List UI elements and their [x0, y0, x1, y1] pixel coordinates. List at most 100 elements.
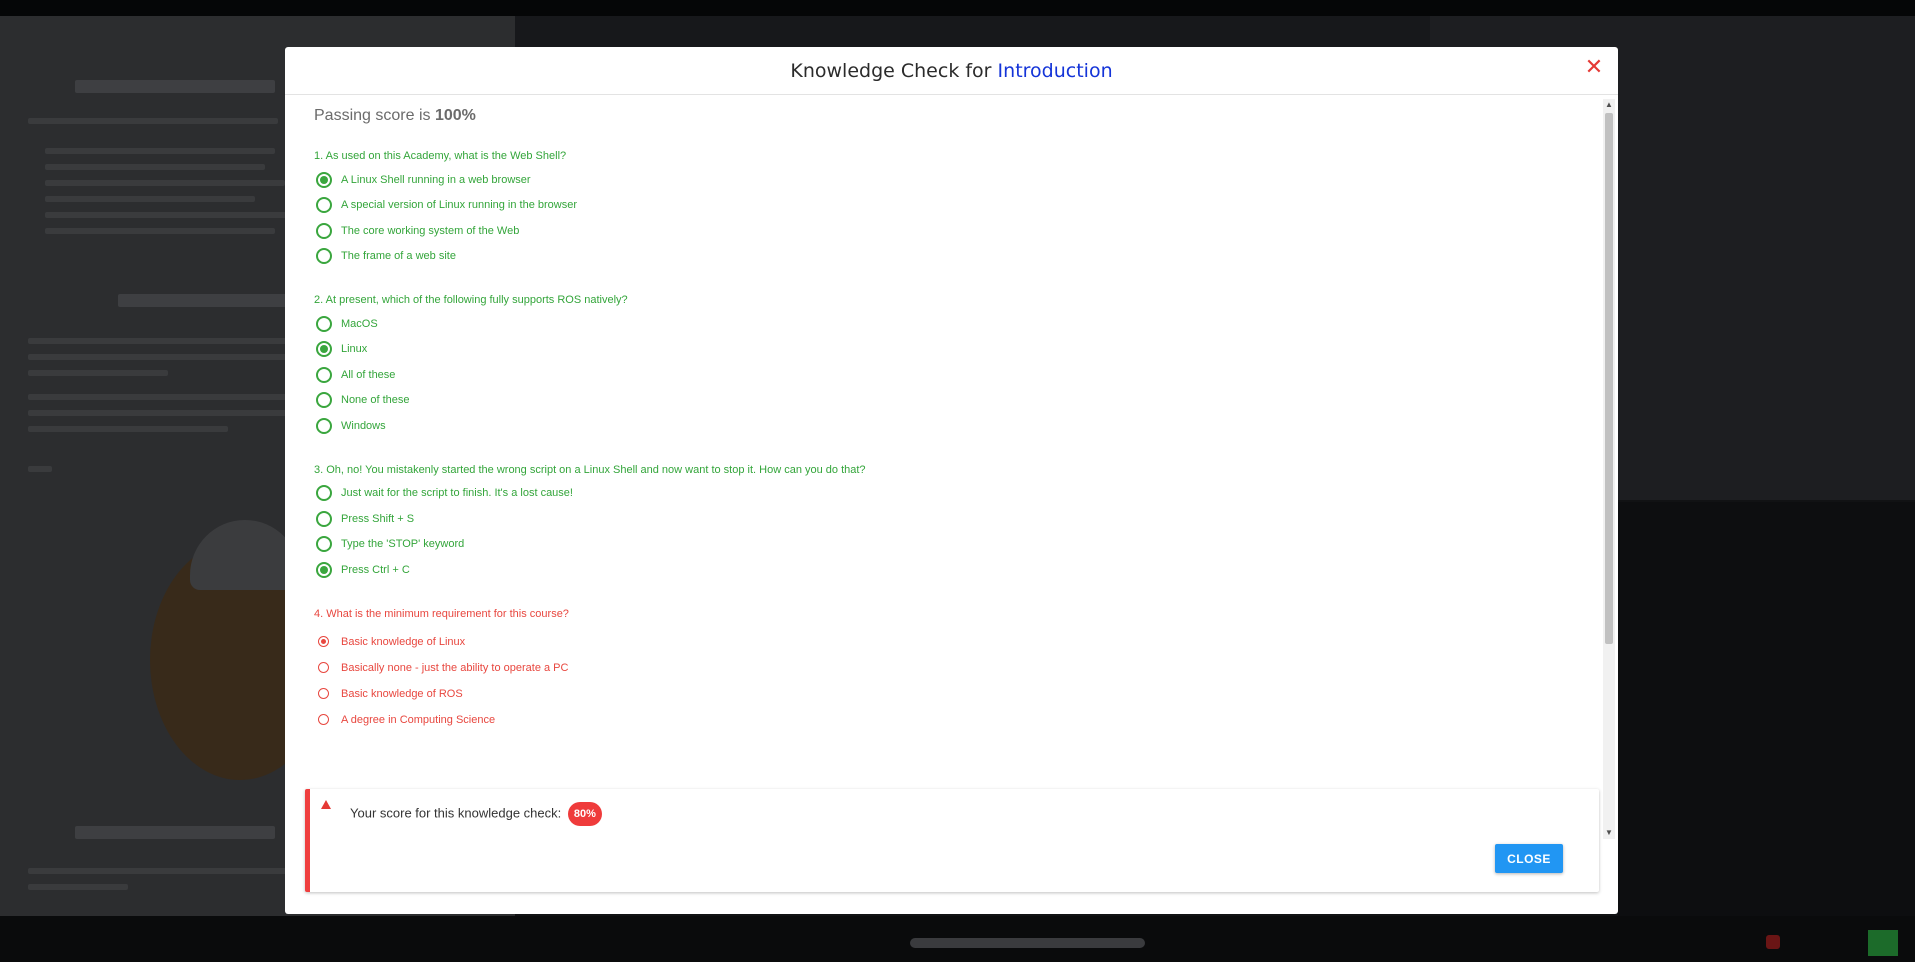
passing-score-label: Passing score is	[314, 107, 431, 124]
answer-option[interactable]: The core working system of the Web	[314, 218, 1574, 244]
question-block: 2. At present, which of the following fu…	[314, 293, 1574, 439]
radio-unchecked-icon[interactable]	[316, 366, 332, 383]
radio-unchecked-icon[interactable]	[316, 510, 332, 527]
answer-option[interactable]: MacOS	[314, 311, 1574, 337]
background-topbar	[0, 0, 1915, 16]
answer-option[interactable]: A degree in Computing Science	[314, 707, 1574, 733]
answer-option[interactable]: None of these	[314, 388, 1574, 414]
question-list: 1. As used on this Academy, what is the …	[314, 149, 1574, 733]
close-x-icon[interactable]: ✕	[1582, 55, 1606, 79]
bg-text-line	[28, 354, 288, 360]
bg-text-line	[45, 212, 295, 218]
answer-option-label: A Linux Shell running in a web browser	[341, 173, 531, 186]
questions-content: Passing score is 100% 1. As used on this…	[314, 95, 1574, 733]
radio-unchecked-icon[interactable]	[316, 315, 332, 332]
answer-options: A Linux Shell running in a web browser A …	[314, 167, 1574, 269]
answer-option[interactable]: Just wait for the script to finish. It's…	[314, 481, 1574, 507]
question-block: 3. Oh, no! You mistakenly started the wr…	[314, 463, 1574, 583]
score-label: Your score for this knowledge check:	[350, 805, 562, 821]
answer-option[interactable]: Basic knowledge of ROS	[314, 681, 1574, 707]
answer-option[interactable]: The frame of a web site	[314, 244, 1574, 270]
answer-option-label: The frame of a web site	[341, 250, 456, 263]
answer-option[interactable]: Basic knowledge of Linux	[314, 629, 1574, 655]
modal-title-unit: Introduction	[997, 60, 1113, 82]
answer-option-label: Linux	[341, 343, 368, 356]
radio-checked-icon[interactable]	[318, 636, 329, 647]
answer-option-label: Just wait for the script to finish. It's…	[341, 487, 573, 500]
answer-options: Basic knowledge of Linux Basically none -…	[314, 629, 1574, 733]
passing-score-value: 100%	[434, 107, 476, 124]
answer-option[interactable]: Type the 'STOP' keyword	[314, 532, 1574, 558]
answer-option-label: Press Shift + S	[341, 512, 415, 525]
bg-text-line	[45, 196, 255, 202]
question-block: 1. As used on this Academy, what is the …	[314, 149, 1574, 269]
modal-title: Knowledge Check for Introduction	[285, 47, 1618, 95]
radio-unchecked-icon[interactable]	[316, 197, 332, 214]
answer-option[interactable]: A special version of Linux running in th…	[314, 193, 1574, 219]
modal-header: Knowledge Check for Introduction ✕	[285, 47, 1618, 95]
answer-option-label: Basically none - just the ability to ope…	[341, 661, 569, 674]
answer-option[interactable]: Basically none - just the ability to ope…	[314, 655, 1574, 681]
question-text: 4. What is the minimum requirement for t…	[314, 607, 569, 620]
radio-unchecked-icon[interactable]	[318, 714, 329, 725]
bg-text-line	[28, 118, 278, 124]
radio-unchecked-icon[interactable]	[316, 248, 332, 265]
bg-heading	[118, 294, 298, 307]
score-text: Your score for this knowledge check: 80%	[350, 802, 602, 826]
answer-option-label: A degree in Computing Science	[341, 713, 496, 726]
passing-score: Passing score is 100%	[314, 107, 1574, 125]
answer-option-label: Windows	[341, 419, 386, 432]
bg-text-line	[28, 466, 52, 472]
answer-option-label: All of these	[341, 368, 396, 381]
bg-heading	[75, 80, 275, 93]
answer-option[interactable]: All of these	[314, 362, 1574, 388]
answer-options: Just wait for the script to finish. It's…	[314, 481, 1574, 583]
answer-option-label: MacOS	[341, 317, 378, 330]
background-simulation-panel	[1618, 502, 1915, 916]
radio-unchecked-icon[interactable]	[316, 536, 332, 553]
background-footer-stop-icon	[1766, 935, 1780, 949]
knowledge-check-modal: Knowledge Check for Introduction ✕ Passi…	[285, 47, 1618, 914]
scroll-down-arrow-icon[interactable]: ▼	[1603, 827, 1615, 839]
radio-unchecked-icon[interactable]	[316, 417, 332, 434]
close-button[interactable]: CLOSE	[1495, 844, 1563, 873]
radio-unchecked-icon[interactable]	[316, 485, 332, 502]
background-ide-toolbar	[515, 16, 1430, 48]
bg-text-line	[28, 884, 128, 890]
answer-option[interactable]: Windows	[314, 413, 1574, 439]
radio-unchecked-icon[interactable]	[316, 222, 332, 239]
answer-option[interactable]: Press Shift + S	[314, 506, 1574, 532]
warning-icon	[321, 800, 331, 809]
score-result-box: Your score for this knowledge check: 80%…	[305, 789, 1599, 892]
answer-option-label: A special version of Linux running in th…	[341, 199, 578, 212]
bg-text-line	[28, 370, 168, 376]
answer-option-label: Press Ctrl + C	[341, 563, 410, 576]
scroll-up-arrow-icon[interactable]: ▲	[1603, 99, 1615, 111]
radio-checked-icon[interactable]	[316, 341, 332, 358]
score-badge: 80%	[567, 802, 602, 826]
radio-unchecked-icon[interactable]	[316, 392, 332, 409]
question-text: 3. Oh, no! You mistakenly started the wr…	[314, 463, 866, 476]
radio-unchecked-icon[interactable]	[318, 688, 329, 699]
bg-text-line	[28, 338, 288, 344]
radio-unchecked-icon[interactable]	[318, 662, 329, 673]
answer-option-label: None of these	[341, 394, 410, 407]
question-text: 1. As used on this Academy, what is the …	[314, 150, 567, 162]
modal-title-prefix: Knowledge Check for	[790, 60, 992, 82]
questions-scroll-area[interactable]: Passing score is 100% 1. As used on this…	[285, 95, 1618, 837]
scrollbar-thumb[interactable]	[1605, 113, 1613, 644]
answer-option[interactable]: Press Ctrl + C	[314, 557, 1574, 583]
bg-text-line	[45, 164, 265, 170]
bg-heading	[75, 826, 275, 839]
answer-option[interactable]: A Linux Shell running in a web browser	[314, 167, 1574, 193]
background-footer-run-icon	[1868, 930, 1898, 956]
bg-text-line	[28, 426, 228, 432]
answer-option-label: Basic knowledge of Linux	[341, 635, 466, 648]
answer-option-label: The core working system of the Web	[341, 224, 520, 237]
bg-text-line	[28, 410, 288, 416]
answer-option[interactable]: Linux	[314, 337, 1574, 363]
answer-option-label: Type the 'STOP' keyword	[341, 538, 465, 551]
radio-checked-icon[interactable]	[316, 171, 332, 188]
vertical-scrollbar[interactable]: ▲ ▼	[1603, 99, 1615, 839]
radio-checked-icon[interactable]	[316, 561, 332, 578]
